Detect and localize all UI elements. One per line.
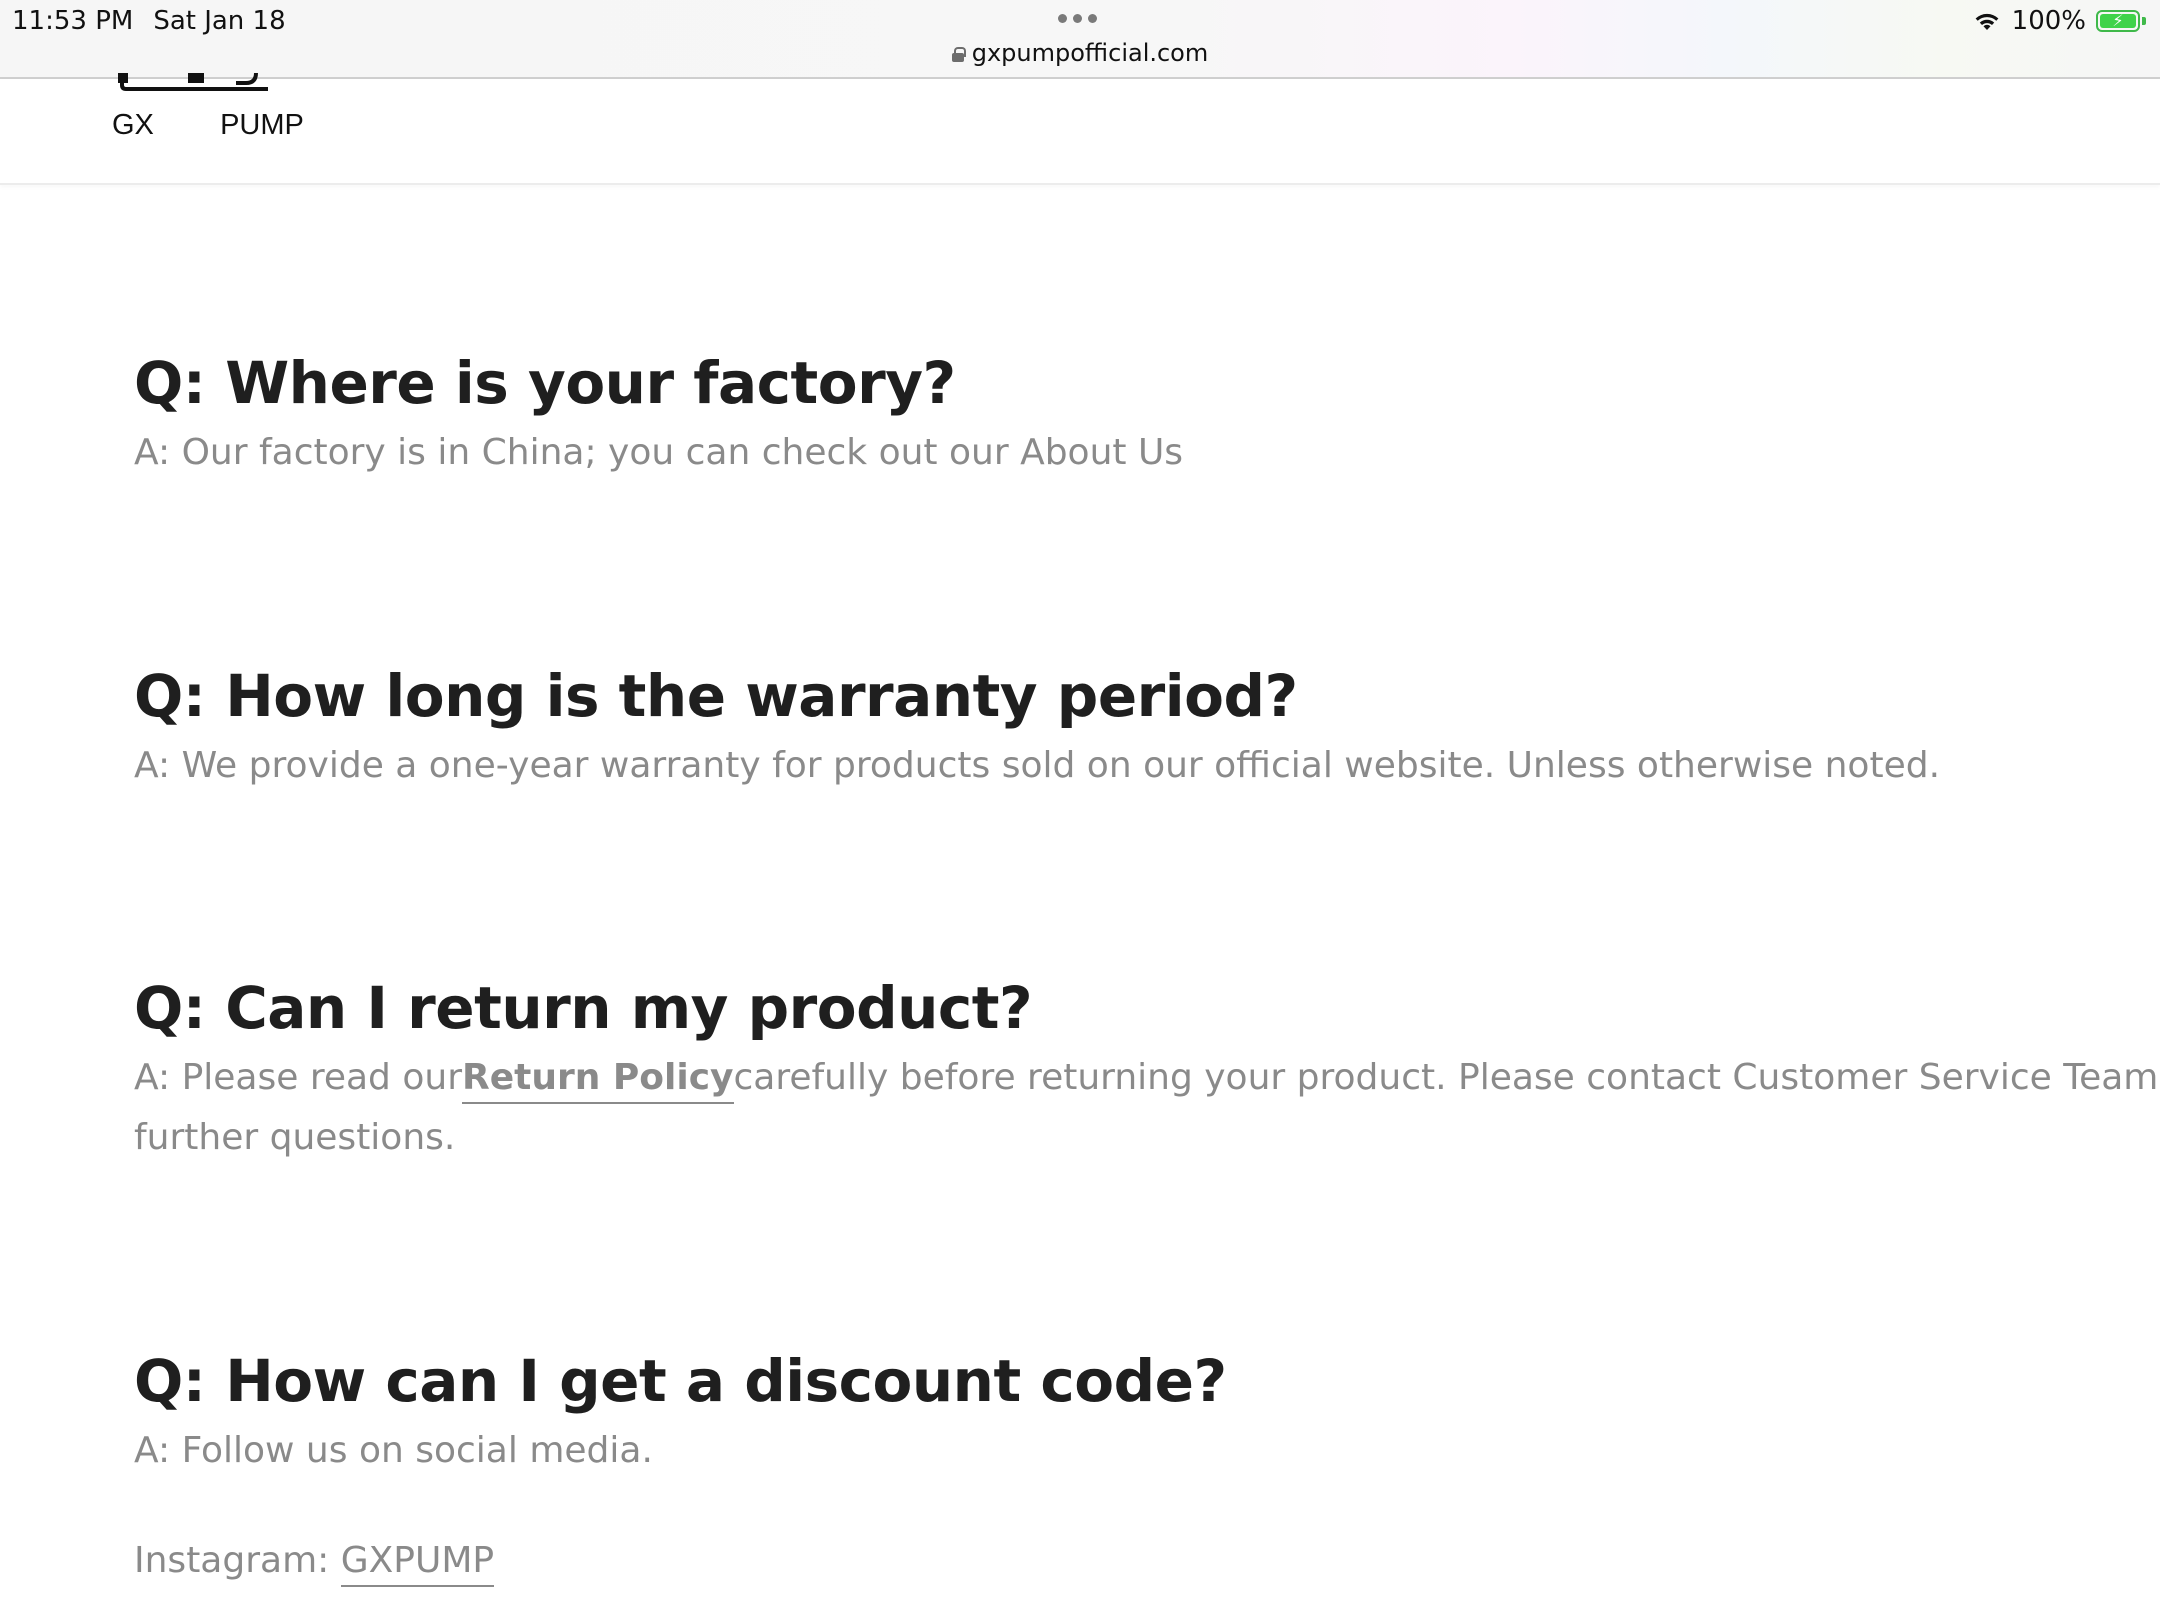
faq-answer: A: We provide a one-year warranty for pr… bbox=[134, 744, 1941, 786]
answer-suffix: carefully before returning your product.… bbox=[733, 1056, 2159, 1098]
logo-graphic bbox=[118, 73, 268, 91]
faq-question: Q: How long is the warranty period? bbox=[134, 662, 1298, 730]
url-text: gxpumpofficial.com bbox=[971, 39, 1209, 67]
logo[interactable]: GX PUMP bbox=[110, 73, 304, 149]
clock: 11:53 PM bbox=[12, 6, 134, 36]
status-bar: 11:53 PM Sat Jan 18 gxpumpofficial.com 10… bbox=[0, 0, 2160, 79]
answer-line2: further questions. bbox=[134, 1116, 456, 1158]
faq-answer: A: Our factory is in China; you can chec… bbox=[134, 431, 1184, 473]
faq-item: Q: How long is the warranty period? A: W… bbox=[134, 662, 2160, 796]
faq-question: Q: Where is your factory? bbox=[134, 349, 956, 417]
status-indicators: 100% ⚡ bbox=[1972, 6, 2146, 36]
multitasking-dots-icon[interactable] bbox=[1058, 14, 1097, 23]
instagram-link[interactable]: GXPUMP bbox=[340, 1539, 495, 1587]
status-time: 11:53 PM Sat Jan 18 bbox=[12, 6, 286, 36]
battery-percent: 100% bbox=[2011, 6, 2086, 36]
faq-question: Q: Can I return my product? bbox=[134, 974, 1033, 1042]
site-header: GX PUMP bbox=[0, 73, 2160, 185]
faq-item: Q: Can I return my product? A: Please re… bbox=[134, 974, 2160, 1168]
faq-item: Q: Where is your factory? A: Our factory… bbox=[134, 349, 2160, 483]
logo-text: GX PUMP bbox=[112, 109, 304, 141]
return-policy-link[interactable]: Return Policy bbox=[462, 1056, 734, 1104]
lock-icon bbox=[951, 47, 966, 62]
battery-icon: ⚡ bbox=[2096, 10, 2146, 32]
charging-bolt-icon: ⚡ bbox=[2112, 11, 2124, 30]
faq-answer: A: Please read ourReturn Policycarefully… bbox=[134, 1048, 2160, 1168]
answer-prefix: A: Please read our bbox=[134, 1056, 462, 1098]
address-bar[interactable]: gxpumpofficial.com bbox=[0, 39, 2160, 67]
faq-answer: A: Follow us on social media. bbox=[134, 1429, 653, 1471]
faq-item: Q: How can I get a discount code? A: Fol… bbox=[134, 1347, 2160, 1591]
social-label: Instagram: bbox=[134, 1539, 341, 1581]
faq-question: Q: How can I get a discount code? bbox=[134, 1347, 1227, 1415]
wifi-icon bbox=[1975, 13, 1999, 30]
social-line: Instagram: GXPUMP bbox=[134, 1531, 2160, 1591]
date: Sat Jan 18 bbox=[153, 6, 286, 36]
